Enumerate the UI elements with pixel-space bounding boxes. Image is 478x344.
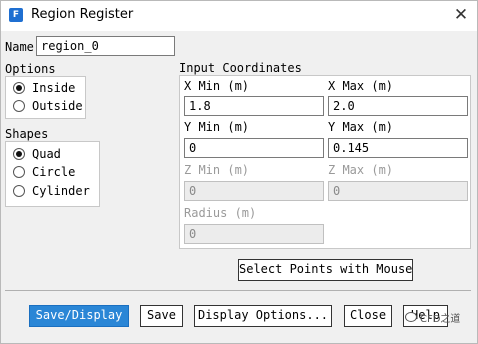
z-min-label: Z Min (m): [184, 163, 250, 177]
input-coordinates-label: Input Coordinates: [179, 61, 302, 75]
radio-circle[interactable]: [13, 166, 25, 178]
radio-cylinder[interactable]: [13, 185, 25, 197]
display-options-button[interactable]: Display Options...: [194, 305, 332, 327]
x-min-input[interactable]: 1.8: [184, 96, 324, 116]
save-button[interactable]: Save: [140, 305, 183, 327]
radio-outside-label[interactable]: Outside: [32, 99, 83, 113]
chat-bubble-icon: [405, 312, 417, 322]
y-max-input[interactable]: 0.145: [328, 138, 468, 158]
x-min-label: X Min (m): [184, 79, 250, 93]
name-input[interactable]: region_0: [36, 36, 175, 56]
radio-circle-label[interactable]: Circle: [32, 165, 75, 179]
radio-inside-label[interactable]: Inside: [32, 81, 75, 95]
options-label: Options: [5, 62, 56, 76]
save-display-button[interactable]: Save/Display: [29, 305, 129, 327]
radius-input: 0: [184, 224, 324, 244]
window-title: Region Register: [31, 7, 134, 22]
close-button[interactable]: Close: [344, 305, 392, 327]
z-min-input: 0: [184, 181, 324, 201]
y-min-label: Y Min (m): [184, 120, 250, 134]
radio-cylinder-label[interactable]: Cylinder: [32, 184, 90, 198]
name-label: Name: [5, 40, 34, 54]
z-max-input: 0: [328, 181, 468, 201]
radio-outside[interactable]: [13, 100, 25, 112]
radio-inside[interactable]: [13, 82, 25, 94]
watermark-text: CFD之道: [420, 314, 461, 325]
x-max-label: X Max (m): [328, 79, 394, 93]
app-icon: F: [9, 8, 23, 22]
select-points-button[interactable]: Select Points with Mouse: [238, 259, 413, 281]
y-max-label: Y Max (m): [328, 120, 394, 134]
z-max-label: Z Max (m): [328, 163, 394, 177]
close-icon[interactable]: ✕: [449, 4, 473, 26]
x-max-input[interactable]: 2.0: [328, 96, 468, 116]
radius-label: Radius (m): [184, 206, 257, 220]
shapes-label: Shapes: [5, 127, 49, 141]
y-min-input[interactable]: 0: [184, 138, 324, 158]
radio-quad-label[interactable]: Quad: [32, 147, 61, 161]
radio-quad[interactable]: [13, 148, 25, 160]
footer-separator: [5, 290, 471, 291]
